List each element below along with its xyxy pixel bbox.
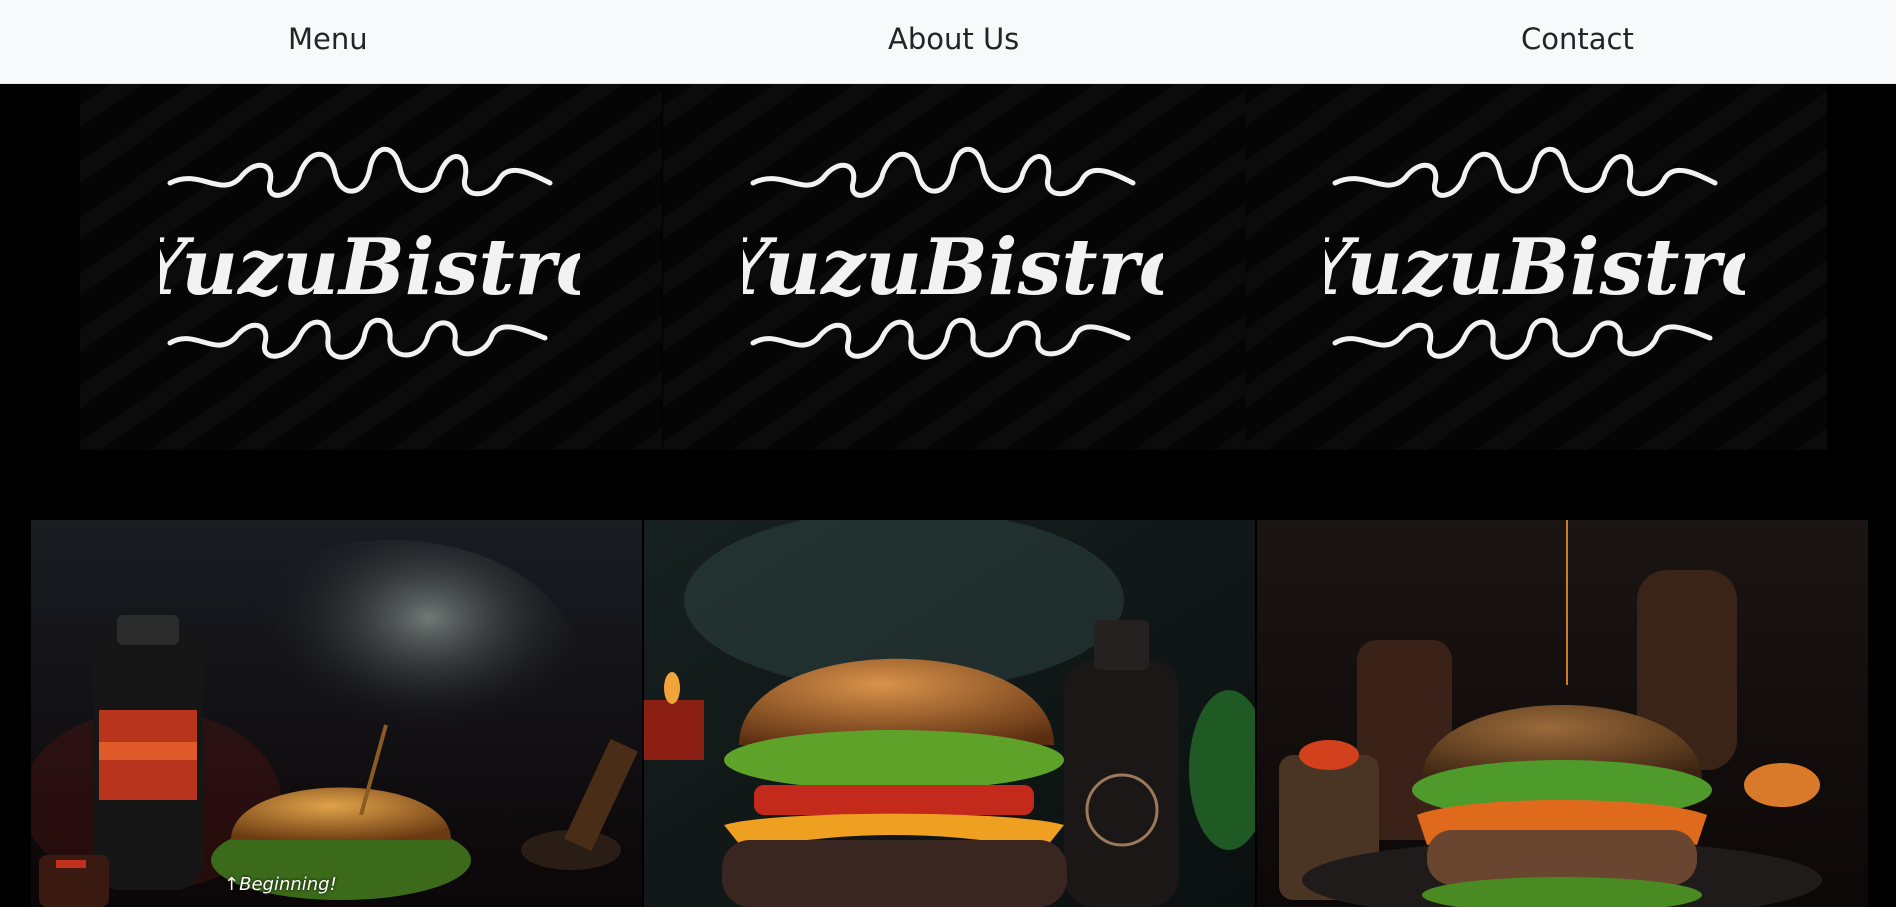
logo-band: YuzuBistro YuzuBistro YuzuBistro: [0, 84, 1896, 520]
back-link-label: Beginning!: [239, 874, 337, 895]
burger-photo-3: [1257, 520, 1868, 907]
burger-photo-1: [31, 520, 642, 907]
logo-text: YuzuBistro: [743, 222, 1163, 313]
arrow-up-icon: ↑: [224, 874, 240, 895]
yuzubistro-logo: YuzuBistro: [160, 146, 580, 360]
top-nav: Menu About Us Contact: [0, 0, 1896, 84]
logo-text: YuzuBistro: [1325, 222, 1745, 313]
nav-link-contact[interactable]: Contact: [1521, 22, 1634, 56]
burger-photo-2: [644, 520, 1255, 907]
back-to-top-link[interactable]: ↑Beginning!: [224, 874, 337, 895]
logo-tile: YuzuBistro: [80, 84, 662, 450]
logo-tile: YuzuBistro: [1245, 84, 1827, 450]
yuzubistro-logo: YuzuBistro: [1325, 146, 1745, 360]
nav-link-menu[interactable]: Menu: [288, 22, 368, 56]
nav-link-about-us[interactable]: About Us: [888, 22, 1019, 56]
logo-tile: YuzuBistro: [663, 84, 1245, 450]
yuzubistro-logo: YuzuBistro: [743, 146, 1163, 360]
logo-text: YuzuBistro: [160, 222, 580, 313]
